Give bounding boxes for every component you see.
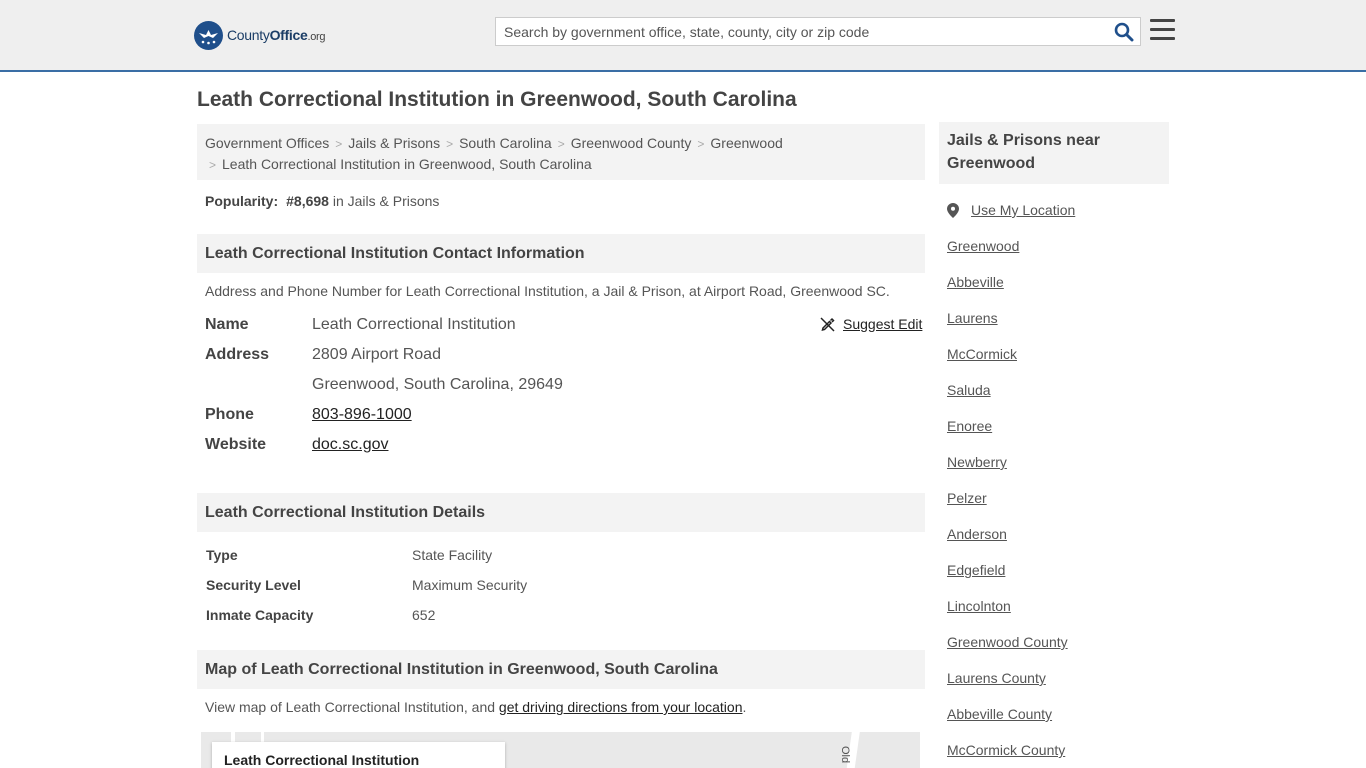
chevron-right-icon: > <box>446 137 454 151</box>
hamburger-menu-icon[interactable] <box>1150 19 1175 41</box>
use-my-location-label: Use My Location <box>971 202 1076 218</box>
name-label: Name <box>205 316 249 333</box>
map-description: View map of Leath Correctional Instituti… <box>205 699 746 715</box>
map-description-suffix: . <box>742 699 747 715</box>
site-header: CountyOffice.org <box>0 0 1366 72</box>
breadcrumb-greenwood[interactable]: Greenwood <box>710 135 782 151</box>
phone-link[interactable]: 803-896-1000 <box>312 403 412 427</box>
website-link[interactable]: doc.sc.gov <box>312 433 388 457</box>
map-view[interactable]: Old Leath Correctional Institution <box>201 732 920 768</box>
contact-heading: Leath Correctional Institution Contact I… <box>197 234 925 273</box>
map-road-label: Old <box>839 746 851 764</box>
use-my-location-link[interactable]: Use My Location <box>947 202 1075 218</box>
sidebar-link-anderson[interactable]: Anderson <box>947 526 1007 542</box>
breadcrumb-government-offices[interactable]: Government Offices <box>205 135 329 151</box>
breadcrumb-south-carolina[interactable]: South Carolina <box>459 135 552 151</box>
edit-off-icon <box>820 316 835 332</box>
breadcrumb: Government Offices > Jails & Prisons > South… <box>197 124 925 180</box>
sidebar-link-newberry[interactable]: Newberry <box>947 454 1007 470</box>
phone-label: Phone <box>205 406 254 423</box>
sidebar-link-greenwood-county[interactable]: Greenwood County <box>947 634 1068 650</box>
logo-eagle-icon <box>194 20 223 50</box>
popularity-label: Popularity: <box>205 193 279 209</box>
page-title: Leath Correctional Institution in Greenw… <box>197 88 797 111</box>
sidebar-heading: Jails & Prisons near Greenwood <box>939 122 1169 184</box>
address-line1: 2809 Airport Road <box>312 346 441 363</box>
driving-directions-link[interactable]: get driving directions from your locatio… <box>499 699 743 715</box>
logo-text: CountyOffice.org <box>227 27 326 43</box>
sidebar-link-saluda[interactable]: Saluda <box>947 382 991 398</box>
location-pin-icon <box>947 202 959 218</box>
chevron-right-icon: > <box>557 137 565 151</box>
details-label: Inmate Capacity <box>206 607 314 623</box>
sidebar-link-mccormick[interactable]: McCormick <box>947 346 1017 362</box>
map-info-popup: Leath Correctional Institution <box>212 742 505 768</box>
search-box <box>495 17 1141 46</box>
details-value: 652 <box>412 607 436 623</box>
details-label: Security Level <box>206 577 301 593</box>
sidebar-link-laurens-county[interactable]: Laurens County <box>947 670 1046 686</box>
details-value: State Facility <box>412 547 493 563</box>
sidebar-link-edgefield[interactable]: Edgefield <box>947 562 1005 578</box>
sidebar-link-lincolnton[interactable]: Lincolnton <box>947 598 1011 614</box>
popularity-suffix: in Jails & Prisons <box>332 193 440 209</box>
site-logo[interactable]: CountyOffice.org <box>194 20 326 50</box>
popularity: Popularity: #8,698 in Jails & Prisons <box>205 193 439 209</box>
details-heading: Leath Correctional Institution Details <box>197 493 925 532</box>
chevron-right-icon: > <box>697 137 705 151</box>
address-line2: Greenwood, South Carolina, 29649 <box>312 376 563 393</box>
chevron-right-icon: > <box>335 137 343 151</box>
search-icon[interactable] <box>1114 22 1134 42</box>
website-label: Website <box>205 436 267 453</box>
map-description-text: View map of Leath Correctional Instituti… <box>205 699 499 715</box>
details-value: Maximum Security <box>412 577 528 593</box>
breadcrumb-current: Leath Correctional Institution in Greenw… <box>222 156 592 172</box>
address-label: Address <box>205 346 270 363</box>
search-input[interactable] <box>496 18 1096 45</box>
chevron-right-icon: > <box>209 158 217 172</box>
sidebar-link-greenwood[interactable]: Greenwood <box>947 238 1019 254</box>
suggest-edit-label: Suggest Edit <box>843 316 923 332</box>
sidebar-link-mccormick-county[interactable]: McCormick County <box>947 742 1065 758</box>
name-value: Leath Correctional Institution <box>312 316 516 333</box>
sidebar-link-laurens[interactable]: Laurens <box>947 310 998 326</box>
sidebar-link-enoree[interactable]: Enoree <box>947 418 992 434</box>
map-popup-title: Leath Correctional Institution <box>224 752 420 768</box>
sidebar-link-abbeville[interactable]: Abbeville <box>947 274 1004 290</box>
map-heading: Map of Leath Correctional Institution in… <box>197 650 925 689</box>
suggest-edit-link[interactable]: Suggest Edit <box>820 316 922 332</box>
contact-description: Address and Phone Number for Leath Corre… <box>205 283 890 299</box>
breadcrumb-greenwood-county[interactable]: Greenwood County <box>571 135 692 151</box>
sidebar-link-pelzer[interactable]: Pelzer <box>947 490 987 506</box>
popularity-rank: #8,698 <box>286 193 329 209</box>
details-label: Type <box>206 547 238 563</box>
sidebar-link-abbeville-county[interactable]: Abbeville County <box>947 706 1052 722</box>
breadcrumb-jails-prisons[interactable]: Jails & Prisons <box>348 135 440 151</box>
